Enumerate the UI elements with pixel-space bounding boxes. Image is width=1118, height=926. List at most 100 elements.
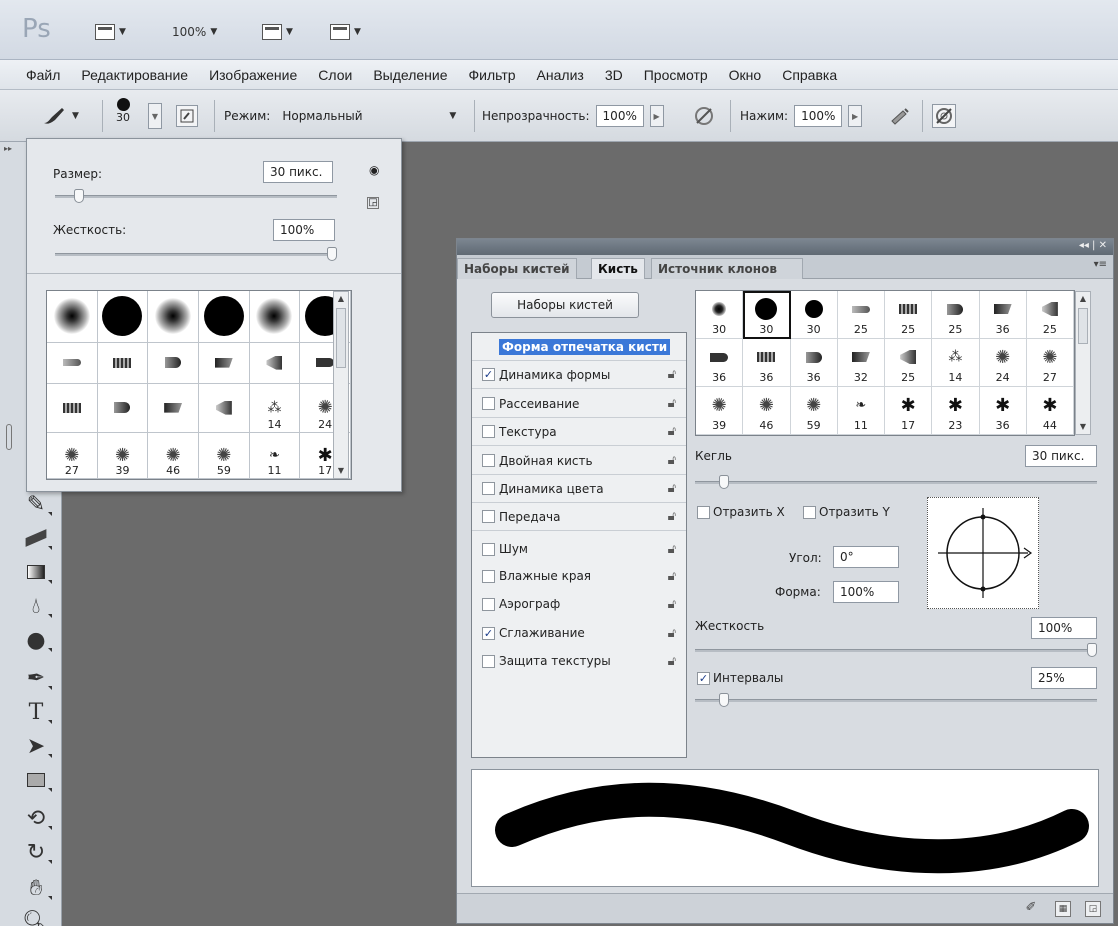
option-checkbox[interactable] [482,454,495,467]
brush-tip-cell[interactable]: ✺ 27 [1026,339,1074,387]
opacity-input[interactable]: 100% [595,105,644,127]
blur-tool[interactable]: 💧︎ [18,590,54,622]
brush-tip-cell[interactable]: ✱ 23 [932,387,980,435]
roundness-input[interactable]: 100% [833,581,899,603]
picker-menu-icon[interactable]: ◉ [369,163,379,177]
airbrush-button[interactable] [888,104,912,128]
brush-tip-cell[interactable]: ✺ 46 [743,387,791,435]
size-slider-thumb[interactable] [74,189,85,203]
option-checkbox[interactable] [482,482,495,495]
tab-clone-source[interactable]: Источник клонов [651,258,803,279]
brush-preset-cell[interactable] [249,291,301,343]
option-checkbox[interactable] [482,542,495,556]
option-checkbox[interactable] [482,654,495,668]
option-checkbox[interactable] [482,425,495,438]
collapse-close-icons[interactable]: ◂◂ | ✕ [1079,240,1107,251]
type-tool[interactable]: T [18,696,54,728]
scroll-down-icon[interactable]: ▼ [334,464,348,478]
brush-option-row[interactable]: Текстура 🔓︎ [472,418,686,446]
flip-y-checkbox[interactable]: Отразить Y [803,505,890,519]
option-checkbox[interactable] [482,397,495,410]
flow-slider-button[interactable]: ▶ [848,105,863,127]
preset-scrollbar[interactable]: ▲ ▼ [333,291,349,479]
brush-tip-cell[interactable]: 36 [790,339,838,387]
brush-preset-cell[interactable]: ❧ 11 [249,432,301,479]
spacing-checkbox[interactable]: ✓ Интервалы [697,671,783,685]
protect-texture-toggle-icon[interactable]: ✐ [1023,901,1039,917]
brush-tip-cell[interactable]: ❧ 11 [837,387,885,435]
menu-3d[interactable]: 3D [605,67,623,83]
size-input[interactable]: 30 пикс. [263,161,333,183]
brush-tip-cell[interactable]: ✱ 44 [1026,387,1074,435]
brush-presets-button[interactable]: Наборы кистей [491,292,639,318]
brush-tip-cell[interactable]: ✺ 59 [790,387,838,435]
option-checkbox[interactable] [482,569,495,583]
lock-icon[interactable]: 🔓︎ [668,509,676,524]
brush-tip-cell[interactable]: 36 [696,339,744,387]
scroll-up-icon[interactable]: ▲ [334,292,348,306]
path-selection-tool[interactable]: ➤ [18,730,54,762]
angle-input[interactable]: 0° [833,546,899,568]
brush-preset-cell[interactable] [47,342,98,384]
tab-brush[interactable]: Кисть [591,258,645,279]
brush-preset-cell[interactable]: ✺ 39 [97,432,149,479]
brush-option-row[interactable]: Динамика цвета 🔓︎ [472,475,686,503]
menu-select[interactable]: Выделение [373,67,447,83]
lock-icon[interactable]: 🔓︎ [668,453,676,468]
brush-tip-cell[interactable]: 36 [743,339,791,387]
lock-icon[interactable]: 🔓︎ [668,542,676,557]
lock-icon[interactable]: 🔓︎ [668,626,676,641]
arrange-documents-button[interactable]: ▼ [262,22,293,42]
shape-tool[interactable] [18,764,54,796]
tab-brush-presets[interactable]: Наборы кистей [457,258,577,279]
brush-tip-cell[interactable]: ✺ 39 [696,387,744,435]
lock-icon[interactable]: 🔓︎ [668,396,676,411]
spacing-input[interactable]: 25% [1031,667,1097,689]
brush-option-row[interactable]: Влажные края 🔓︎ [472,562,686,590]
brush-grid-scrollbar[interactable]: ▲ ▼ [1075,291,1091,435]
zoom-level-dropdown[interactable]: 100% ▼ [172,22,217,42]
flip-x-checkbox[interactable]: Отразить X [697,505,785,519]
hardness-input[interactable]: 100% [273,219,335,241]
toggle-brush-panel-button[interactable] [176,104,198,128]
brush-preset-cell[interactable] [47,291,98,343]
pen-tool[interactable]: ✒︎ [18,662,54,694]
angle-roundness-widget[interactable] [927,497,1039,609]
history-brush-tool[interactable]: ✎ [18,488,54,520]
menu-image[interactable]: Изображение [209,67,297,83]
3d-rotate-tool[interactable]: ⟲ [18,802,54,834]
gradient-tool[interactable] [18,556,54,588]
brush-option-row[interactable]: Передача 🔓︎ [472,503,686,531]
lock-icon[interactable]: 🔓︎ [668,569,676,584]
launch-bridge-button[interactable]: ▼ [95,22,126,42]
spacing-slider-thumb[interactable] [718,693,729,707]
brush-tip-cell[interactable]: ✱ 36 [979,387,1027,435]
lock-icon[interactable]: 🔓︎ [668,481,676,496]
brush-tip-cell[interactable]: ✱ 17 [885,387,933,435]
eraser-tool[interactable] [18,522,54,554]
tablet-size-button[interactable] [932,104,956,128]
panel-title-bar[interactable]: ◂◂ | ✕ [457,239,1113,255]
menu-file[interactable]: Файл [26,67,60,83]
scroll-down-icon[interactable]: ▼ [1076,420,1090,434]
brush-preset-cell[interactable] [148,383,199,433]
brush-preset-cell[interactable] [148,291,199,343]
brush-option-row[interactable]: Рассеивание 🔓︎ [472,390,686,418]
hardness-slider-thumb[interactable] [1087,643,1097,657]
menu-filter[interactable]: Фильтр [469,67,516,83]
menu-window[interactable]: Окно [729,67,762,83]
new-preset-icon[interactable]: ◲ [367,197,379,209]
brush-tip-cell[interactable]: 36 [979,291,1027,339]
panel-menu-icon[interactable]: ▾≡ [1094,259,1107,270]
3d-orbit-tool[interactable]: ↻ [18,836,54,868]
screen-mode-button[interactable]: ▼ [330,22,361,42]
brush-tip-cell[interactable]: 25 [932,291,980,339]
brush-preset-cell[interactable] [97,291,149,343]
scroll-up-icon[interactable]: ▲ [1076,292,1090,306]
brush-option-row[interactable]: Форма отпечатка кисти [472,333,686,361]
brush-preset-cell[interactable] [199,383,250,433]
brush-preset-cell[interactable] [47,383,98,433]
hardness-slider-thumb[interactable] [327,247,337,261]
expand-icon[interactable]: ▸▸ [4,144,12,153]
lock-icon[interactable]: 🔓︎ [668,424,676,439]
